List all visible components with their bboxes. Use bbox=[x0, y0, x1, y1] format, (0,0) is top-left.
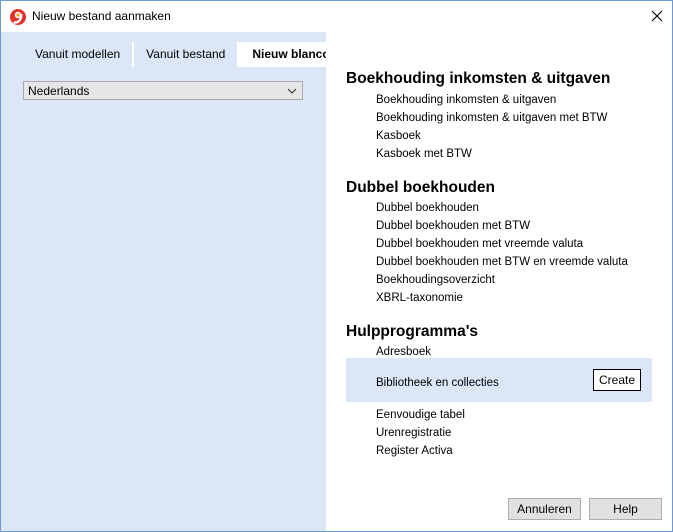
tab-from-models[interactable]: Vanuit modellen bbox=[23, 42, 135, 67]
close-icon bbox=[651, 10, 662, 22]
language-selected-value: Nederlands bbox=[28, 84, 90, 98]
template-item[interactable]: Eenvoudige tabel bbox=[376, 409, 465, 421]
template-item-label: Bibliotheek en collecties bbox=[376, 377, 499, 389]
template-item[interactable]: XBRL-taxonomie bbox=[376, 292, 463, 304]
language-select[interactable]: Nederlands bbox=[23, 81, 303, 100]
template-item[interactable]: Dubbel boekhouden met vreemde valuta bbox=[376, 238, 583, 250]
template-item[interactable]: Boekhoudingsoverzicht bbox=[376, 274, 495, 286]
template-item[interactable]: Dubbel boekhouden met BTW bbox=[376, 220, 530, 232]
window-title: Nieuw bestand aanmaken bbox=[32, 9, 171, 23]
template-item[interactable]: Boekhouding inkomsten & uitgaven bbox=[376, 94, 556, 106]
dialog-window: Nieuw bestand aanmaken Vanuit modellen V… bbox=[0, 0, 673, 532]
template-list: Boekhouding inkomsten & uitgaven Boekhou… bbox=[326, 32, 672, 531]
template-item[interactable]: Boekhouding inkomsten & uitgaven met BTW bbox=[376, 112, 607, 124]
cancel-button[interactable]: Annuleren bbox=[508, 498, 581, 520]
section-title-income-expenses: Boekhouding inkomsten & uitgaven bbox=[346, 70, 611, 87]
section-title-double-entry: Dubbel boekhouden bbox=[346, 179, 495, 196]
banana-app-icon bbox=[9, 8, 27, 26]
template-item[interactable]: Adresboek bbox=[376, 346, 431, 358]
section-title-utilities: Hulpprogramma's bbox=[346, 323, 479, 340]
tab-bar: Vanuit modellen Vanuit bestand Nieuw bla… bbox=[23, 42, 343, 67]
close-button[interactable] bbox=[641, 1, 672, 31]
template-item-selected[interactable]: Bibliotheek en collecties Create bbox=[346, 358, 652, 402]
template-item[interactable]: Dubbel boekhouden bbox=[376, 202, 479, 214]
template-item[interactable]: Register Activa bbox=[376, 445, 453, 457]
chevron-down-icon bbox=[287, 88, 297, 94]
help-button[interactable]: Help bbox=[589, 498, 662, 520]
tab-from-file[interactable]: Vanuit bestand bbox=[134, 42, 240, 67]
title-bar: Nieuw bestand aanmaken bbox=[1, 1, 672, 32]
template-item[interactable]: Kasboek bbox=[376, 130, 421, 142]
template-item[interactable]: Kasboek met BTW bbox=[376, 148, 472, 160]
create-button[interactable]: Create bbox=[593, 369, 641, 391]
template-item[interactable]: Urenregistratie bbox=[376, 427, 451, 439]
template-item[interactable]: Dubbel boekhouden met BTW en vreemde val… bbox=[376, 256, 628, 268]
left-panel: Vanuit modellen Vanuit bestand Nieuw bla… bbox=[1, 32, 343, 531]
